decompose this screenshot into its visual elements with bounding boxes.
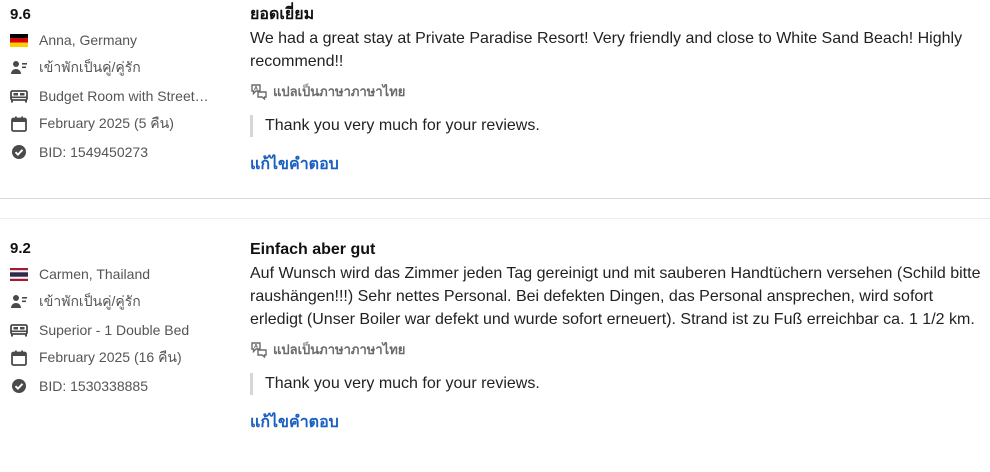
owner-reply: Thank you very much for your reviews.: [250, 373, 985, 395]
stay-row: February 2025 (5 คืน): [10, 110, 235, 138]
review-body: Auf Wunsch wird das Zimmer jeden Tag ger…: [250, 265, 981, 328]
booking-id: BID: 1530338885: [39, 378, 148, 394]
bid-row: BID: 1549450273: [10, 138, 235, 166]
germany-flag-icon: [10, 31, 28, 49]
edit-reply-link[interactable]: แก้ไขคำตอบ: [250, 411, 985, 435]
calendar-icon: [10, 349, 28, 367]
bed-icon: [10, 87, 28, 105]
booking-id: BID: 1549450273: [39, 144, 148, 160]
bid-row: BID: 1530338885: [10, 372, 235, 400]
stay-row: February 2025 (16 คืน): [10, 344, 235, 372]
room-row: Budget Room with Street…: [10, 82, 235, 110]
room-type: Budget Room with Street…: [39, 88, 209, 104]
stay-dates: February 2025 (16 คืน): [39, 349, 182, 365]
review-meta: 9.2 Carmen, Thailand เข้าพักเป็นคู่/คู่ร…: [10, 218, 235, 400]
translate-link[interactable]: A แปลเป็นภาษาภาษาไทย: [250, 79, 985, 103]
review-meta: 9.6 Anna, Germany เข้าพักเป็นคู่/คู่รัก …: [10, 0, 235, 166]
owner-reply: Thank you very much for your reviews.: [250, 115, 985, 137]
review-score: 9.6: [10, 6, 31, 23]
traveler-type: เข้าพักเป็นคู่/คู่รัก: [39, 293, 141, 309]
translate-icon: A: [250, 82, 268, 100]
review-card: 9.6 Anna, Germany เข้าพักเป็นคู่/คู่รัก …: [0, 0, 990, 200]
review-score: 9.2: [10, 240, 31, 257]
traveler-type-row: เข้าพักเป็นคู่/คู่รัก: [10, 288, 235, 316]
room-row: Superior - 1 Double Bed: [10, 316, 235, 344]
stay-dates: February 2025 (5 คืน): [39, 115, 174, 131]
svg-text:A: A: [254, 344, 258, 350]
bed-icon: [10, 321, 28, 339]
divider: [0, 198, 990, 199]
review-content: Einfach aber gut Auf Wunsch wird das Zim…: [250, 218, 985, 435]
translate-icon: A: [250, 340, 268, 358]
svg-text:A: A: [254, 86, 258, 92]
translate-label: แปลเป็นภาษาภาษาไทย: [273, 341, 406, 357]
room-type: Superior - 1 Double Bed: [39, 322, 190, 338]
reviewer-row: Anna, Germany: [10, 26, 235, 54]
review-card: 9.2 Carmen, Thailand เข้าพักเป็นคู่/คู่ร…: [0, 218, 990, 472]
couple-icon: [10, 293, 28, 311]
check-circle-icon: [10, 377, 28, 395]
reviewer-name: Anna, Germany: [39, 32, 138, 48]
couple-icon: [10, 59, 28, 77]
reviewer-name: Carmen, Thailand: [39, 266, 151, 282]
calendar-icon: [10, 115, 28, 133]
review-body: We had a great stay at Private Paradise …: [250, 30, 963, 70]
translate-link[interactable]: A แปลเป็นภาษาภาษาไทย: [250, 337, 985, 361]
reviewer-row: Carmen, Thailand: [10, 260, 235, 288]
review-title: ยอดเยี่ยม: [250, 6, 315, 23]
translate-label: แปลเป็นภาษาภาษาไทย: [273, 83, 406, 99]
check-circle-icon: [10, 143, 28, 161]
review-content: ยอดเยี่ยม We had a great stay at Private…: [250, 0, 985, 177]
edit-reply-link[interactable]: แก้ไขคำตอบ: [250, 153, 985, 177]
review-title: Einfach aber gut: [250, 241, 376, 258]
thailand-flag-icon: [10, 265, 28, 283]
traveler-type: เข้าพักเป็นคู่/คู่รัก: [39, 59, 141, 75]
traveler-type-row: เข้าพักเป็นคู่/คู่รัก: [10, 54, 235, 82]
